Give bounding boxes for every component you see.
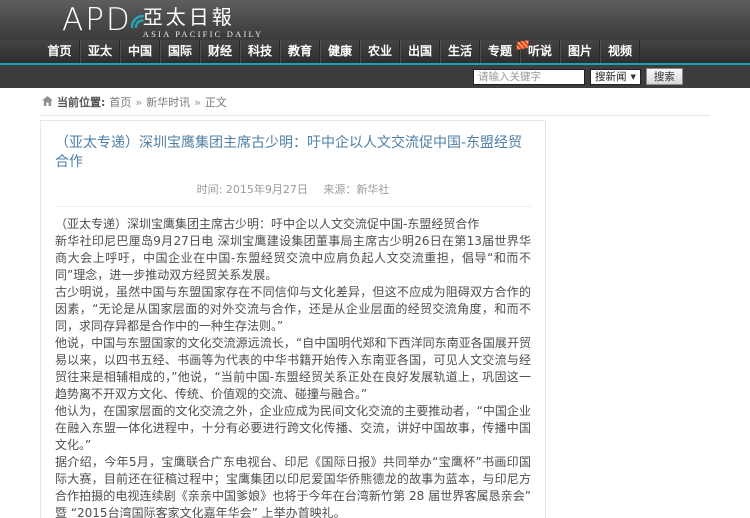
article-container: （亚太专递）深圳宝鹰集团主席古少明：吁中企以人文交流促中国-东盟经贸合作 时间:… (40, 120, 546, 518)
nav-item-agriculture[interactable]: 农业 (360, 40, 400, 63)
article-paragraph: 新华社印尼巴厘岛9月27日电 深圳宝鹰建设集团董事局主席古少明26日在第13届世… (55, 233, 531, 284)
article-time: 时间: 2015年9月27日 (197, 183, 308, 196)
site-logo[interactable]: APD 亞太日報 ASIA PACIFIC DAILY (0, 0, 750, 39)
nav-item-topics[interactable]: 专题 (480, 40, 520, 63)
article-title: （亚太专递）深圳宝鹰集团主席古少明：吁中企以人文交流促中国-东盟经贸合作 (55, 134, 531, 172)
article-paragraph: 古少明说，虽然中国与东盟国家存在不同信仰与文化差异，但这不应成为阻碍双方合作的因… (55, 284, 531, 335)
breadcrumb-current: 正文 (205, 94, 227, 110)
hot-icon (516, 40, 529, 50)
nav-item-label: 听说 (528, 44, 552, 58)
nav-item-life[interactable]: 生活 (440, 40, 480, 63)
nav-item-listen[interactable]: 听说 (520, 40, 560, 63)
article-paragraph: （亚太专递）深圳宝鹰集团主席古少明：吁中企以人文交流促中国-东盟经贸合作 (55, 216, 531, 233)
breadcrumb: 当前位置: 首页 » 新华时讯 » 正文 (40, 94, 710, 116)
article-meta: 时间: 2015年9月27日 来源：新华社 (55, 181, 531, 207)
home-icon (42, 96, 53, 109)
nav-item-education[interactable]: 教育 (280, 40, 320, 63)
breadcrumb-separator: » (135, 96, 142, 109)
search-bar: 搜新闻 ▼ 搜索 (0, 65, 750, 88)
nav-item-home[interactable]: 首页 (40, 40, 80, 63)
nav-item-pictures[interactable]: 图片 (560, 40, 600, 63)
site-header: APD 亞太日報 ASIA PACIFIC DAILY (0, 0, 750, 40)
nav-item-abroad[interactable]: 出国 (400, 40, 440, 63)
nav-item-video[interactable]: 视频 (600, 40, 640, 63)
search-button[interactable]: 搜索 (646, 68, 683, 85)
article-body: （亚太专递）深圳宝鹰集团主席古少明：吁中企以人文交流促中国-东盟经贸合作 新华社… (41, 207, 545, 518)
nav-item-tech[interactable]: 科技 (240, 40, 280, 63)
logo-apd-text: APD (62, 2, 132, 38)
breadcrumb-home[interactable]: 首页 (109, 94, 131, 110)
nav-item-finance[interactable]: 财经 (200, 40, 240, 63)
article-source: 来源：新华社 (323, 183, 389, 196)
nav-item-china[interactable]: 中国 (120, 40, 160, 63)
article-header: （亚太专递）深圳宝鹰集团主席古少明：吁中企以人文交流促中国-东盟经贸合作 时间:… (41, 121, 545, 207)
nav-item-health[interactable]: 健康 (320, 40, 360, 63)
logo-chinese-title: 亞太日報 (143, 5, 264, 29)
search-category-value: 搜新闻 (595, 69, 627, 84)
search-category-select[interactable]: 搜新闻 ▼ (590, 69, 641, 85)
article-paragraph: 他认为，在国家层面的文化交流之外，企业应成为民间文化交流的主要推动者，“中国企业… (55, 403, 531, 454)
logo-english-title: ASIA PACIFIC DAILY (143, 29, 264, 39)
search-input[interactable] (473, 69, 585, 85)
chevron-down-icon: ▼ (631, 73, 636, 81)
main-nav: 首页 亚太 中国 国际 财经 科技 教育 健康 农业 出国 生活 专题 听说 图… (0, 40, 750, 63)
article-paragraph: 他说，中国与东盟国家的文化交流源远流长，“自中国明代郑和下西洋同东南亚各国展开贸… (55, 335, 531, 403)
breadcrumb-label: 当前位置: (57, 94, 105, 110)
article-paragraph: 据介绍，今年5月，宝鹰联合广东电视台、印尼《国际日报》共同举办“宝鹰杯”书画印国… (55, 454, 531, 518)
breadcrumb-separator: » (194, 96, 201, 109)
breadcrumb-section[interactable]: 新华时讯 (146, 94, 190, 110)
signal-icon (130, 0, 145, 36)
nav-item-asia-pacific[interactable]: 亚太 (80, 40, 120, 63)
nav-item-international[interactable]: 国际 (160, 40, 200, 63)
